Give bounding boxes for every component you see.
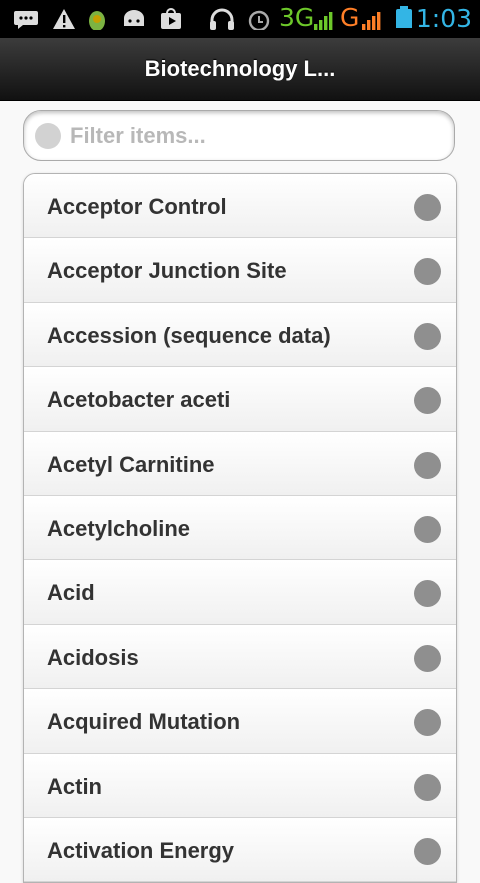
list-item[interactable]: Acidosis xyxy=(24,624,456,690)
chat-notification-icon xyxy=(14,11,38,29)
filter-input[interactable] xyxy=(70,111,440,160)
list-item-label: Acetylcholine xyxy=(47,515,191,541)
arrow-right-icon xyxy=(414,580,441,608)
list-item[interactable]: Accession (sequence data) xyxy=(24,302,456,368)
list-item[interactable]: Acetylcholine xyxy=(24,495,456,561)
android-debug-icon xyxy=(89,11,105,30)
list-item-label: Acquired Mutation xyxy=(47,709,241,735)
header-bar: Biotechnology L... xyxy=(0,38,480,101)
list-item-label: Acidosis xyxy=(47,644,139,670)
list-item-label: Actin xyxy=(47,773,102,799)
list-item[interactable]: Acceptor Control xyxy=(24,174,456,239)
list-item-label: Acceptor Control xyxy=(47,194,227,219)
arrow-right-icon xyxy=(414,387,441,415)
arrow-right-icon xyxy=(414,644,441,672)
signal-3g-icon xyxy=(314,12,333,30)
arrow-right-icon xyxy=(414,322,441,350)
list-item-label: Activation Energy xyxy=(47,837,235,863)
search-icon xyxy=(35,123,61,149)
network-3g-label: 3G xyxy=(279,3,315,32)
alarm-icon xyxy=(248,10,270,30)
list-item-label: Accession (sequence data) xyxy=(47,322,331,348)
headphones-icon xyxy=(210,8,234,30)
play-store-icon xyxy=(161,8,181,29)
list-item[interactable]: Acetobacter aceti xyxy=(24,367,456,432)
battery-icon xyxy=(396,6,412,28)
list-item[interactable]: Acceptor Junction Site xyxy=(24,238,456,303)
arrow-right-icon xyxy=(414,194,441,221)
list-item[interactable]: Activation Energy xyxy=(24,817,456,883)
list-item-label: Acceptor Junction Site xyxy=(47,258,287,284)
arrow-right-icon xyxy=(414,451,441,479)
arrow-right-icon xyxy=(414,258,441,286)
page-title: Biotechnology L... xyxy=(144,56,336,81)
list-item-label: Acid xyxy=(47,580,95,606)
clock: 1:03 xyxy=(415,4,472,33)
arrow-right-icon xyxy=(414,515,441,543)
arrow-right-icon xyxy=(414,837,441,865)
list-item-label: Acetobacter aceti xyxy=(47,387,231,413)
arrow-right-icon xyxy=(414,709,441,737)
warning-icon xyxy=(53,9,75,29)
status-bar: 3G G 1:03 xyxy=(0,0,480,38)
network-g-label: G xyxy=(340,3,360,32)
signal-g-icon xyxy=(362,12,381,30)
list-item-label: Acetyl Carnitine xyxy=(47,451,215,477)
list-item[interactable]: Actin xyxy=(24,753,456,818)
list-item[interactable]: Acid xyxy=(24,560,456,625)
arrow-right-icon xyxy=(414,773,441,801)
filter-bar xyxy=(23,110,455,161)
glossary-list: Acceptor Control Acceptor Junction Site … xyxy=(23,173,457,883)
list-item[interactable]: Acquired Mutation xyxy=(24,689,456,754)
android-robot-icon xyxy=(124,10,144,26)
list-item[interactable]: Acetyl Carnitine xyxy=(24,431,456,496)
